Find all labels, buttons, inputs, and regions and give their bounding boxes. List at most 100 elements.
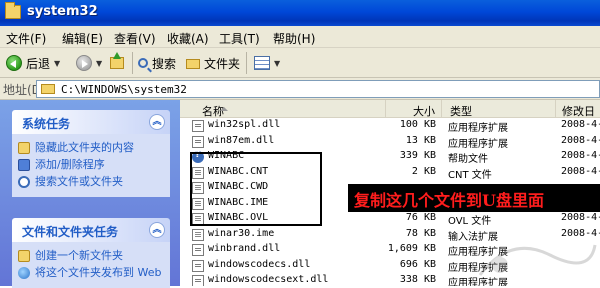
back-label: 后退 [26,56,51,71]
task-label: 将这个文件夹发布到 Web [35,266,162,279]
file-folder-tasks-header[interactable]: 文件和文件夹任务 ︽ [12,218,170,242]
task-label: 搜索文件或文件夹 [35,175,123,188]
toolbar-divider [132,52,133,74]
chevron-down-icon: ▼ [274,58,281,68]
sort-arrow-icon [220,107,228,111]
file-type: 应用程序扩展 [448,123,508,134]
folder-icon [186,59,200,69]
dll-file-icon [192,244,204,256]
up-folder-button[interactable] [110,52,124,73]
views-button[interactable]: ▼ [254,53,280,73]
file-size: 76 KB [405,212,436,223]
table-row[interactable]: win32spl.dll 100 KB 应用程序扩展 2008-4-1 [180,118,600,134]
generic-file-icon [192,228,204,241]
file-size: 2 KB [411,165,436,177]
folder-icon [5,2,21,19]
menu-tools[interactable]: 工具(T) [219,30,260,47]
address-path[interactable]: C:\WINDOWS\system32 [61,83,187,96]
back-arrow-icon [6,55,22,71]
toolbar-divider [246,52,247,74]
toolbar: 后退 ▼ ▼ 搜索 文件夹 ▼ [0,48,600,78]
table-row[interactable]: win87em.dll 13 KB 应用程序扩展 2008-4-1 [180,134,600,150]
menu-view[interactable]: 查看(V) [114,30,156,47]
file-size: 1,609 KB [387,243,436,254]
highlight-box [190,152,322,226]
dll-file-icon [192,120,204,132]
collapse-chevron-icon[interactable]: ︽ [149,114,165,130]
search-icon [18,176,30,188]
file-date: 2008-4-1 [561,134,600,146]
chevron-down-icon: ▼ [54,58,61,68]
file-name: windowscodecsext.dll [208,274,329,285]
search-icon [138,58,148,68]
watermark-logo [478,244,597,276]
search-label: 搜索 [152,56,177,71]
file-size: 696 KB [399,258,436,270]
views-icon [254,56,270,70]
system-tasks-panel: 系统任务 ︽ 隐藏此文件夹的内容 添加/删除程序 搜索文件或文件夹 [12,110,170,197]
back-button[interactable]: 后退 ▼ [6,53,60,73]
panel-title: 文件和文件夹任务 [22,225,119,239]
new-folder-icon [18,250,30,262]
file-name: win87em.dll [208,134,275,146]
column-header: 名称 大小 类型 修改日 [180,100,600,118]
forward-arrow-icon [76,55,92,71]
system-tasks-body: 隐藏此文件夹的内容 添加/删除程序 搜索文件或文件夹 [12,134,170,197]
task-pane: 系统任务 ︽ 隐藏此文件夹的内容 添加/删除程序 搜索文件或文件夹 文件和文件夹… [0,100,180,288]
task-label: 添加/删除程序 [35,158,105,171]
column-modified-label: 修改日 [562,105,595,118]
file-size: 13 KB [405,134,436,146]
dll-file-icon [192,259,204,272]
file-name: windowscodecs.dll [208,258,311,270]
file-size: 100 KB [399,119,436,130]
window-title: system32 [27,4,98,19]
file-date: 2008-4-1 [561,150,600,161]
file-size: 339 KB [399,150,436,161]
menu-edit[interactable]: 编辑(E) [62,30,103,47]
address-bar: 地址(D) C:\WINDOWS\system32 [0,78,600,100]
annotation-text: 复制这几个文件到U盘里面 [354,191,544,210]
column-size[interactable]: 大小 [386,100,442,118]
task-publish-web[interactable]: 将这个文件夹发布到 Web [18,265,164,281]
file-folder-tasks-panel: 文件和文件夹任务 ︽ 创建一个新文件夹 将这个文件夹发布到 Web [12,218,170,288]
file-name: winar30.ime [208,227,275,239]
file-name: winbrand.dll [208,243,281,254]
folder-icon [41,84,55,94]
menu-favorites[interactable]: 收藏(A) [167,30,209,47]
dll-file-icon [192,275,204,286]
file-size: 78 KB [405,227,436,239]
up-folder-icon [110,52,124,69]
column-name[interactable]: 名称 [180,100,386,118]
task-new-folder[interactable]: 创建一个新文件夹 [18,248,164,264]
task-search-files[interactable]: 搜索文件或文件夹 [18,174,164,190]
search-button[interactable]: 搜索 [138,53,176,73]
file-size: 338 KB [399,274,436,285]
file-date: 2008-4-1 [561,165,600,177]
programs-icon [18,159,30,171]
folders-button[interactable]: 文件夹 [186,53,240,73]
collapse-chevron-icon[interactable]: ︽ [149,222,165,238]
column-modified[interactable]: 修改日 [556,100,600,118]
menu-file[interactable]: 文件(F) [6,30,46,47]
chevron-down-icon: ▼ [96,58,103,68]
file-date: 2008-4-1 [561,119,600,130]
task-hide-contents[interactable]: 隐藏此文件夹的内容 [18,140,164,156]
annotation-banner: 复制这几个文件到U盘里面 [348,184,600,212]
task-label: 创建一个新文件夹 [35,249,123,262]
file-folder-tasks-body: 创建一个新文件夹 将这个文件夹发布到 Web [12,242,170,288]
system-tasks-header[interactable]: 系统任务 ︽ [12,110,170,134]
file-name: win32spl.dll [208,119,281,130]
menu-help[interactable]: 帮助(H) [273,30,315,47]
folders-label: 文件夹 [204,56,241,71]
column-size-label: 大小 [413,105,435,118]
address-field[interactable]: C:\WINDOWS\system32 [36,80,600,98]
hide-folder-icon [18,142,30,154]
file-date: 2008-4-1 [561,212,600,223]
task-add-remove-programs[interactable]: 添加/删除程序 [18,157,164,173]
file-type: 帮助文件 [448,154,488,165]
panel-title: 系统任务 [22,117,71,131]
file-type: 应用程序扩展 [448,138,508,150]
forward-button[interactable]: ▼ [76,53,102,73]
column-type[interactable]: 类型 [442,100,556,118]
dll-file-icon [192,135,204,148]
